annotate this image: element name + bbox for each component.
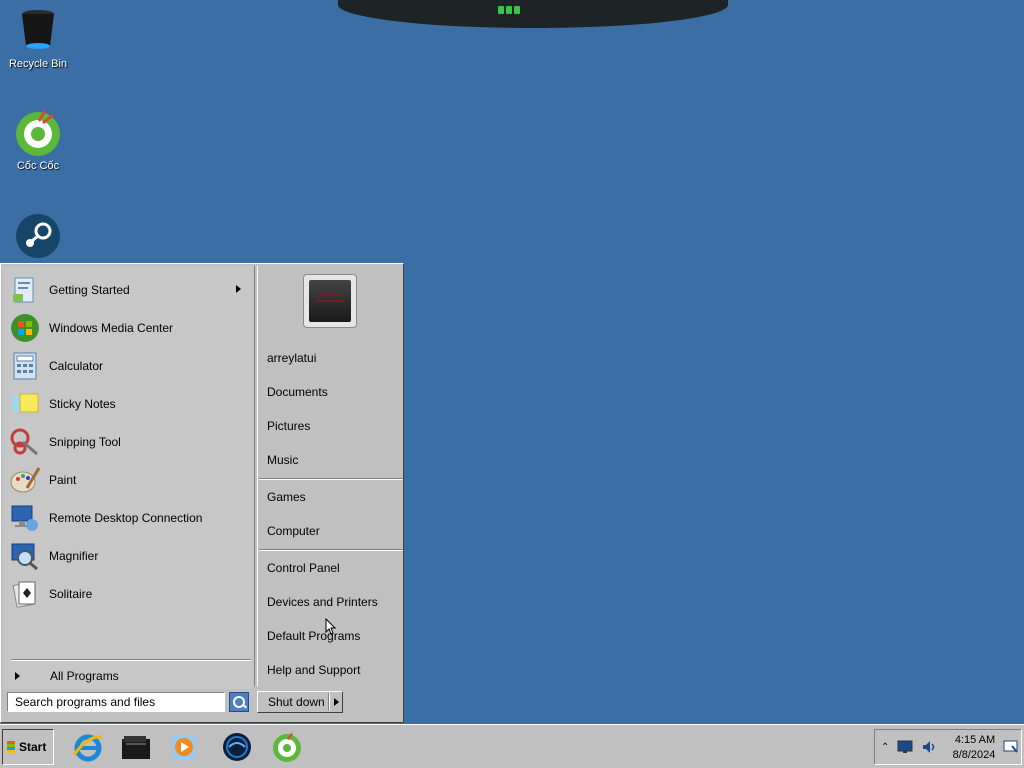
volume-icon[interactable] [921, 740, 937, 754]
program-label: Getting Started [49, 283, 130, 297]
places-devices-printers[interactable]: Devices and Printers [267, 592, 401, 612]
program-label: Magnifier [49, 549, 99, 563]
places-computer[interactable]: Computer [267, 521, 401, 541]
system-tray: ⌃ 4:15 AM 8/8/2024 [874, 729, 1022, 765]
places-games[interactable]: Games [267, 487, 401, 507]
desktop-icon-label: Recycle Bin [8, 58, 68, 70]
coccoc-browser-icon [14, 108, 62, 156]
wallpaper-decoration [338, 0, 728, 28]
places-documents[interactable]: Documents [267, 382, 401, 402]
taskbar: Start ⌃ 4:15 AM 8/8/2024 [0, 724, 1024, 768]
program-label: Paint [49, 473, 77, 487]
windows-media-player-icon [172, 735, 196, 759]
globe-app-icon [223, 733, 251, 761]
program-label: Remote Desktop Connection [49, 511, 203, 525]
user-avatar-icon [309, 280, 351, 322]
shutdown-button[interactable]: Shut down [257, 691, 343, 713]
network-icon[interactable] [897, 740, 913, 754]
mouse-cursor-icon [325, 617, 337, 636]
sticky-notes-icon [9, 388, 41, 420]
calculator-icon [9, 350, 41, 382]
user-picture[interactable] [303, 274, 357, 328]
program-solitaire[interactable]: Solitaire [9, 577, 249, 611]
program-paint[interactable]: Paint [9, 463, 249, 497]
program-sticky-notes[interactable]: Sticky Notes [9, 387, 249, 421]
desktop-icon-label: Cốc Cốc [16, 160, 60, 172]
shutdown-label: Shut down [268, 695, 325, 709]
program-getting-started[interactable]: Getting Started [9, 273, 249, 307]
program-calculator[interactable]: Calculator [9, 349, 249, 383]
taskbar-file-explorer[interactable] [120, 731, 152, 763]
taskbar-coccoc[interactable] [271, 731, 303, 763]
program-label: Windows Media Center [49, 321, 174, 335]
program-label: Calculator [49, 359, 104, 373]
places-control-panel[interactable]: Control Panel [267, 558, 401, 578]
separator [259, 549, 403, 551]
search-button[interactable] [229, 692, 249, 712]
program-magnifier[interactable]: Magnifier [9, 539, 249, 573]
clock-date[interactable]: 8/8/2024 [949, 749, 999, 761]
submenu-arrow-icon [236, 285, 241, 293]
desktop-icon-recycle-bin[interactable]: Recycle Bin [0, 6, 76, 70]
action-center-icon[interactable] [1003, 740, 1019, 754]
program-label: Solitaire [49, 587, 93, 601]
taskbar-internet-explorer[interactable] [72, 731, 104, 763]
remote-desktop-icon [9, 502, 41, 534]
taskbar-globe-app[interactable] [221, 731, 253, 763]
clock-time[interactable]: 4:15 AM [953, 734, 997, 746]
places-help-support[interactable]: Help and Support [267, 660, 401, 680]
solitaire-icon [9, 578, 41, 610]
places-music[interactable]: Music [267, 450, 401, 470]
shutdown-options-arrow-icon[interactable] [334, 698, 339, 706]
windows-logo-icon [7, 741, 15, 753]
paint-icon [9, 464, 41, 496]
show-hidden-icons-icon[interactable]: ⌃ [881, 742, 889, 753]
search-row: Search programs and files [7, 691, 251, 715]
file-explorer-icon [122, 736, 150, 759]
program-remote-desktop[interactable]: Remote Desktop Connection [9, 501, 249, 535]
search-input[interactable]: Search programs and files [7, 692, 225, 712]
taskbar-media-player[interactable] [168, 731, 200, 763]
desktop-icon-coccoc[interactable]: Cốc Cốc [0, 108, 76, 172]
getting-started-icon [9, 274, 41, 306]
program-windows-media-center[interactable]: Windows Media Center [9, 311, 249, 345]
start-menu-programs-pane: Getting Started Windows Media Center Cal… [3, 266, 253, 689]
program-label: Snipping Tool [49, 435, 121, 449]
start-label: Start [19, 740, 47, 754]
coccoc-browser-icon [273, 733, 301, 762]
separator [11, 659, 251, 661]
arrow-right-icon [15, 672, 20, 680]
start-button[interactable]: Start [2, 729, 54, 765]
steam-icon [14, 212, 62, 260]
places-pictures[interactable]: Pictures [267, 416, 401, 436]
internet-explorer-icon [72, 734, 103, 762]
windows-media-center-icon [9, 312, 41, 344]
program-snipping-tool[interactable]: Snipping Tool [9, 425, 249, 459]
all-programs-label: All Programs [50, 669, 119, 683]
start-menu: Getting Started Windows Media Center Cal… [0, 263, 404, 723]
magnifier-icon [9, 540, 41, 572]
desktop-icon-steam[interactable] [0, 212, 76, 264]
program-label: Sticky Notes [49, 397, 116, 411]
snipping-tool-icon [9, 426, 41, 458]
places-user-folder[interactable]: arreylatui [267, 348, 401, 368]
recycle-bin-icon [14, 6, 62, 54]
all-programs-button[interactable]: All Programs [11, 666, 251, 686]
separator [259, 478, 403, 480]
